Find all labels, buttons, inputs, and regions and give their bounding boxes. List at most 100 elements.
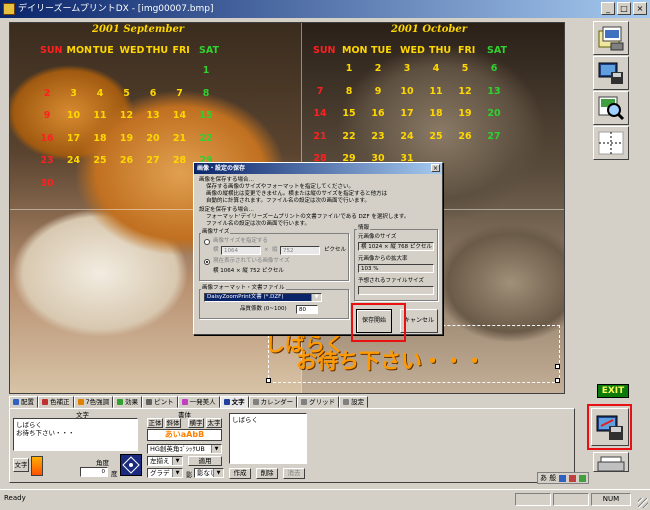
calendar-day: 7 xyxy=(176,87,183,99)
dialog-close-button[interactable]: × xyxy=(431,164,440,172)
font-preview: あいaAbB xyxy=(147,429,222,441)
calendar-day: 17 xyxy=(66,132,81,144)
tab-label: ピント xyxy=(154,397,174,406)
apply-button[interactable]: 適用 xyxy=(188,456,222,466)
calendar-day: 23 xyxy=(40,155,54,166)
calendar-day: 11 xyxy=(93,110,107,121)
tab-icon xyxy=(252,399,259,405)
calendar-day: 25 xyxy=(429,130,443,142)
minimize-button[interactable]: _ xyxy=(601,2,615,15)
tab-7[interactable]: カレンダー xyxy=(248,396,298,408)
calendar-day: 4 xyxy=(96,87,104,99)
resize-handle[interactable] xyxy=(555,364,560,369)
tab-9[interactable]: 設定 xyxy=(339,396,369,408)
filesize-value xyxy=(358,286,434,295)
calendar-day: 6 xyxy=(490,63,498,74)
current-size: 横 1064 × 縦 752 ピクセル xyxy=(213,268,284,274)
open-image-button[interactable] xyxy=(593,21,629,55)
ime-toolbar[interactable]: あ 般 xyxy=(537,472,590,484)
close-button[interactable]: × xyxy=(633,2,647,15)
calendar-day: 21 xyxy=(172,132,187,144)
intro-heading: 画像を保存する場合… xyxy=(199,177,255,183)
calendar-weekday: WED xyxy=(119,45,145,56)
calendar-day: 1 xyxy=(202,65,210,76)
calendar-day: 24 xyxy=(66,155,81,166)
tab-3[interactable]: 効果 xyxy=(113,396,143,408)
angle-dial-icon xyxy=(122,456,140,474)
format-select[interactable]: DaisyZoomPrint文書 (*.DZF) xyxy=(204,293,322,302)
calendar-day: 7 xyxy=(316,85,324,97)
height-input[interactable]: 752 xyxy=(280,246,320,255)
tab-label: 一発美人 xyxy=(189,397,216,406)
preview-button[interactable] xyxy=(593,91,629,125)
color-swatch[interactable] xyxy=(31,456,43,476)
style-button-italic[interactable]: 斜体 xyxy=(165,418,181,428)
border-select[interactable]: 影なし xyxy=(194,468,224,478)
tab-5[interactable]: 一発美人 xyxy=(177,396,220,408)
calendar-day: 19 xyxy=(119,132,134,144)
calendar-day: 8 xyxy=(345,85,353,97)
grid-button[interactable] xyxy=(593,126,629,160)
save-image-button[interactable] xyxy=(593,56,629,90)
status-text: Ready xyxy=(4,494,26,502)
tab-0[interactable]: 配置 xyxy=(9,396,38,408)
resize-handle[interactable] xyxy=(266,378,271,383)
exit-button[interactable]: EXIT xyxy=(597,384,629,398)
calendar-day: 4 xyxy=(432,63,440,74)
title-bar: デイリーズームプリントDX - [img00007.bmp] _ □ × xyxy=(0,0,650,18)
radio-keep-label: 現在表示されている画像サイズ xyxy=(213,258,290,264)
list-item[interactable]: しばらく xyxy=(232,416,304,424)
calendar-day: 16 xyxy=(371,108,385,119)
text-input[interactable]: しばらく お待ち下さい・・・ xyxy=(13,418,138,451)
clear-button[interactable]: 消去 xyxy=(283,468,305,479)
calendar-weekday: SAT xyxy=(487,45,507,56)
calendar-day: 6 xyxy=(149,87,157,99)
calendar-day: 10 xyxy=(66,110,81,121)
tab-4[interactable]: ピント xyxy=(142,396,178,408)
delete-button[interactable]: 削除 xyxy=(256,468,278,479)
format-label: 画像フォーマット・文書ファイル xyxy=(201,285,286,292)
tab-label: 7色強調 xyxy=(85,397,110,406)
window-title: デイリーズームプリントDX - [img00007.bmp] xyxy=(18,4,214,14)
angle-input[interactable]: 0 xyxy=(80,467,108,477)
tab-6[interactable]: 文字 xyxy=(219,396,249,408)
tab-8[interactable]: グリッド xyxy=(297,396,340,408)
size-grip[interactable] xyxy=(638,498,648,508)
text-object-list[interactable]: しばらく xyxy=(229,413,307,464)
text-tab-panel: 文字 しばらく お待ち下さい・・・ 文字 角度 0 度 書体 正体 斜体 横字 … xyxy=(9,408,575,483)
width-input[interactable]: 1064 xyxy=(221,246,261,255)
radio-specify-label: 画像サイズを指定する xyxy=(213,238,268,244)
tab-2[interactable]: 7色強調 xyxy=(73,396,114,408)
tab-icon xyxy=(117,399,124,405)
print-button[interactable] xyxy=(593,452,629,472)
calendar-day: 25 xyxy=(93,155,107,166)
calendar-weekday: SUN xyxy=(40,45,63,56)
radio-specify-size[interactable] xyxy=(204,239,210,245)
orig-size-value: 横 1024 × 縦 768 ピクセル xyxy=(358,242,434,251)
tab-1[interactable]: 色補正 xyxy=(38,396,74,408)
font-select[interactable]: HG創英角ｺﾞｼｯｸUB xyxy=(147,444,222,454)
quality-input[interactable]: 80 xyxy=(296,305,318,314)
calendar-day: 9 xyxy=(374,85,382,97)
ime-mode[interactable]: あ 般 xyxy=(540,473,556,483)
align-select[interactable]: 左揃え xyxy=(147,456,183,466)
printer-icon xyxy=(597,456,625,472)
style-button-normal[interactable]: 正体 xyxy=(147,418,163,428)
scale-value: 103 % xyxy=(358,264,434,273)
highlight-save-button xyxy=(351,303,406,342)
calendar-day: 24 xyxy=(400,130,414,142)
tab-label: 効果 xyxy=(125,397,139,406)
text-color-button[interactable]: 文字 xyxy=(13,458,29,472)
radio-keep-size[interactable] xyxy=(204,259,210,265)
maximize-button[interactable]: □ xyxy=(617,2,631,15)
gradient-select[interactable]: グラデ xyxy=(147,468,183,478)
style-button-horizontal[interactable]: 横字 xyxy=(188,418,204,428)
angle-dial[interactable] xyxy=(120,454,142,476)
style-button-bold[interactable]: 太字 xyxy=(206,418,222,428)
calendar-day: 3 xyxy=(403,63,411,74)
resize-handle[interactable] xyxy=(555,378,560,383)
calendar-weekday: TUE xyxy=(371,45,392,56)
intro-line: 保存する画像のサイズやフォーマットを指定してください。 xyxy=(206,184,355,190)
create-button[interactable]: 作成 xyxy=(229,468,251,479)
calendar-day: 26 xyxy=(458,130,472,142)
